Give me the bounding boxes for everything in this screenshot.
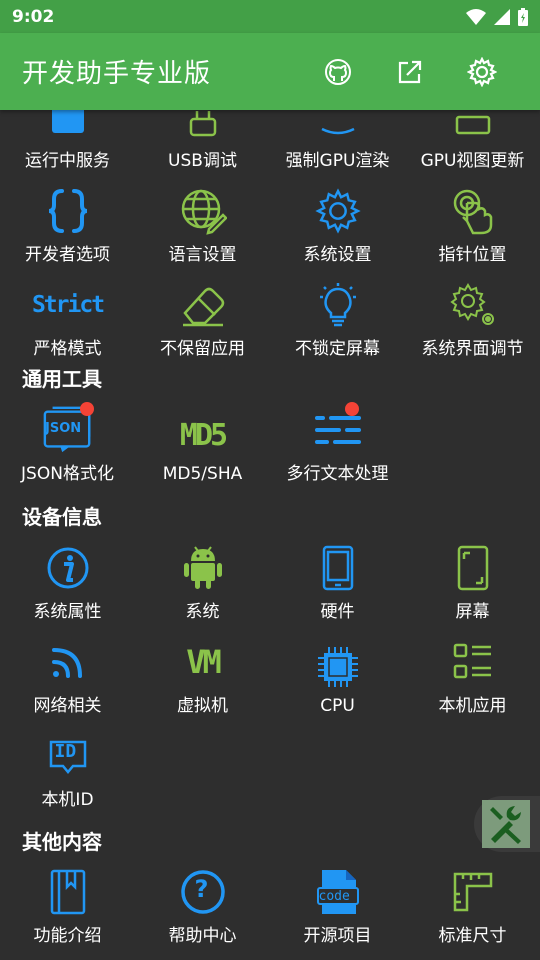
battery-icon	[518, 7, 528, 26]
tile-force-gpu[interactable]: 强制GPU渲染	[270, 110, 405, 181]
github-button[interactable]	[302, 42, 374, 102]
tile-pointer-location[interactable]: 指针位置	[405, 181, 540, 275]
book-icon	[50, 869, 85, 915]
wrench-screwdriver-icon	[490, 806, 521, 844]
gear-icon	[467, 56, 497, 87]
share-icon	[398, 60, 422, 83]
json-icon-text: JSON	[45, 421, 82, 436]
tile-device-id[interactable]: ID 本机ID	[0, 726, 135, 820]
screen-icon	[457, 545, 488, 591]
main-content: 运行中服务 USB调试 强制GPU渲染 GPU视图更新 开发者选项 语言设置 系…	[0, 110, 540, 960]
code-file-icon-text: code	[318, 889, 350, 904]
status-icons	[466, 7, 528, 26]
tile-cpu[interactable]: CPU	[270, 632, 405, 726]
section-device-info: 设备信息	[22, 505, 102, 529]
wifi-icon	[466, 8, 486, 25]
tile-open-source[interactable]: code 开源项目	[270, 862, 405, 956]
tile-network[interactable]: 网络相关	[0, 632, 135, 726]
signal-icon	[494, 8, 510, 25]
apps-list-icon	[453, 643, 491, 679]
android-icon	[183, 546, 222, 589]
info-icon	[47, 547, 88, 589]
tile-language[interactable]: 语言设置	[135, 181, 270, 275]
gpu-icon	[320, 127, 355, 135]
pointer-touch-icon	[453, 189, 492, 235]
dev-tools-grid: 运行中服务 USB调试 强制GPU渲染 GPU视图更新 开发者选项 语言设置 系…	[0, 110, 540, 369]
tile-screen[interactable]: 屏幕	[405, 538, 540, 632]
github-icon	[325, 58, 351, 85]
tile-gpu-view[interactable]: GPU视图更新	[405, 110, 540, 181]
tile-system[interactable]: 系统	[135, 538, 270, 632]
tile-developer-options[interactable]: 开发者选项	[0, 181, 135, 275]
tile-json-format[interactable]: JSON JSON格式化	[0, 400, 135, 494]
eraser-icon	[182, 287, 224, 327]
gears-icon	[449, 283, 494, 325]
badge-dot	[345, 402, 359, 416]
tile-md5-sha[interactable]: MD5 MD5/SHA	[135, 400, 270, 494]
badge-dot	[80, 402, 94, 416]
usb-icon	[189, 111, 216, 137]
tools-box	[482, 800, 530, 848]
tile-usb-debug[interactable]: USB调试	[135, 110, 270, 181]
tile-no-lock-screen[interactable]: 不锁定屏幕	[270, 275, 405, 369]
tile-help-center[interactable]: ? 帮助中心	[135, 862, 270, 956]
other-grid: 功能介绍 ? 帮助中心 code 开源项目 标准尺寸	[0, 862, 540, 956]
id-icon-text: ID	[54, 741, 77, 762]
tile-running-services[interactable]: 运行中服务	[0, 110, 135, 181]
tile-no-keep-apps[interactable]: 不保留应用	[135, 275, 270, 369]
section-common-tools: 通用工具	[22, 367, 102, 391]
tile-feature-intro[interactable]: 功能介绍	[0, 862, 135, 956]
help-icon-text: ?	[194, 875, 209, 903]
app-title: 开发助手专业版	[22, 59, 212, 89]
md5-icon: MD5	[179, 417, 228, 453]
tile-strict-mode[interactable]: Strict 严格模式	[0, 275, 135, 369]
tile-system-settings[interactable]: 系统设置	[270, 181, 405, 275]
phone-icon	[322, 545, 353, 591]
strict-icon: Strict	[31, 292, 105, 318]
common-tools-grid: JSON JSON格式化 MD5 MD5/SHA 多行文本处理	[0, 400, 540, 494]
tile-standard-size[interactable]: 标准尺寸	[405, 862, 540, 956]
rss-icon	[51, 648, 82, 678]
floating-tools-button[interactable]	[474, 796, 540, 852]
settings-button[interactable]	[446, 42, 518, 102]
tile-system-ui-tuner[interactable]: 系统界面调节	[405, 275, 540, 369]
text-lines-icon	[314, 416, 361, 444]
tile-virtual-machine[interactable]: VM 虚拟机	[135, 632, 270, 726]
cpu-icon	[317, 647, 358, 687]
vm-icon: VM	[186, 643, 221, 681]
globe-edit-icon	[181, 189, 227, 235]
app-bar: 开发助手专业版	[0, 33, 540, 110]
running-services-icon	[51, 110, 84, 133]
braces-icon	[48, 189, 87, 233]
lightbulb-icon	[319, 283, 356, 327]
tile-local-apps[interactable]: 本机应用	[405, 632, 540, 726]
gear-icon	[314, 188, 361, 234]
device-info-grid: 系统属性 系统 硬件 屏幕 网络相关 VM 虚拟机 CPU 本机应用 ID 本机…	[0, 538, 540, 820]
section-other: 其他内容	[22, 830, 102, 854]
share-button[interactable]	[374, 42, 446, 102]
status-bar: 9:02	[0, 0, 540, 33]
tile-system-properties[interactable]: 系统属性	[0, 538, 135, 632]
gpu-view-icon	[455, 115, 490, 135]
tile-hardware[interactable]: 硬件	[270, 538, 405, 632]
tile-multiline-text[interactable]: 多行文本处理	[270, 400, 405, 494]
status-time: 9:02	[12, 6, 55, 27]
ruler-icon	[453, 872, 492, 912]
